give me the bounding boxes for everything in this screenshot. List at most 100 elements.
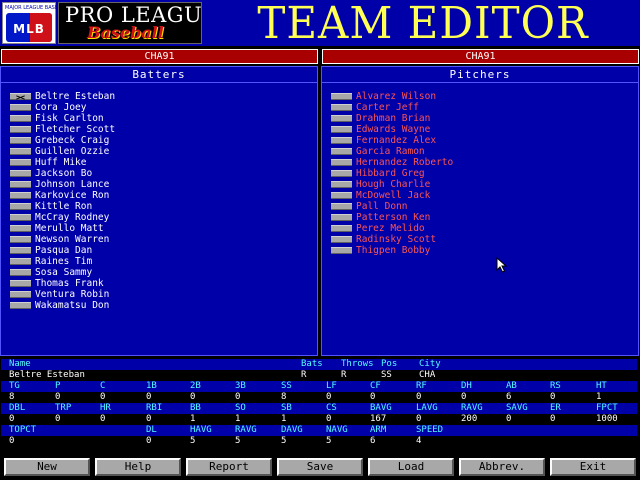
pitcher-row[interactable]: Fernandez Alex [331,135,631,146]
batter-row[interactable]: Guillen Ozzie [10,146,310,157]
stat-value[interactable]: 5 [190,436,195,447]
stat-value[interactable]: 5 [326,436,331,447]
pitcher-checkbox[interactable] [331,148,352,155]
pitcher-checkbox[interactable] [331,181,352,188]
pitcher-row[interactable]: Pall Donn [331,201,631,212]
pitcher-row[interactable]: Carter Jeff [331,102,631,113]
pitcher-row[interactable]: Patterson Ken [331,212,631,223]
batter-row[interactable]: Huff Mike [10,157,310,168]
pitcher-row[interactable]: Hernandez Roberto [331,157,631,168]
stat-value[interactable]: 200 [461,414,477,425]
stat-value[interactable]: 0 [55,414,60,425]
stat-value[interactable]: 4 [416,436,421,447]
batter-row[interactable]: Raines Tim [10,256,310,267]
pitcher-checkbox[interactable] [331,192,352,199]
new-button[interactable]: New [4,458,90,476]
exit-button[interactable]: Exit [550,458,636,476]
abbrev-button[interactable]: Abbrev. [459,458,545,476]
stat-value[interactable]: R [301,370,306,381]
pitcher-checkbox[interactable] [331,104,352,111]
load-button[interactable]: Load [368,458,454,476]
pitcher-row[interactable]: Edwards Wayne [331,124,631,135]
stat-value[interactable]: 0 [146,436,151,447]
batter-checkbox[interactable] [10,181,31,188]
batter-row[interactable]: Cora Joey [10,102,310,113]
stat-value[interactable]: 0 [9,414,14,425]
batter-row[interactable]: Newson Warren [10,234,310,245]
stat-value[interactable]: 0 [9,436,14,447]
batter-checkbox[interactable] [10,302,31,309]
stat-value[interactable]: 167 [370,414,386,425]
stat-value[interactable]: 0 [326,414,331,425]
batter-checkbox[interactable] [10,269,31,276]
pitcher-checkbox[interactable] [331,247,352,254]
pitcher-row[interactable]: Perez Melido [331,223,631,234]
report-button[interactable]: Report [186,458,272,476]
pitcher-checkbox[interactable] [331,93,352,100]
stat-value[interactable]: 1 [281,414,286,425]
pitcher-row[interactable]: McDowell Jack [331,190,631,201]
stat-value[interactable]: CHA [419,370,435,381]
pitcher-row[interactable]: Hough Charlie [331,179,631,190]
stat-value[interactable]: 6 [506,392,511,403]
stat-value[interactable]: 1 [596,392,601,403]
batter-checkbox[interactable] [10,115,31,122]
stat-value[interactable]: 0 [146,414,151,425]
batter-row[interactable]: Johnson Lance [10,179,310,190]
stat-value[interactable]: 0 [506,414,511,425]
stat-value[interactable]: 0 [326,392,331,403]
stat-value[interactable]: Beltre Esteban [9,370,85,381]
batter-checkbox[interactable] [10,291,31,298]
stat-value[interactable]: 8 [9,392,14,403]
stat-value[interactable]: 0 [550,414,555,425]
pitcher-row[interactable]: Garcia Ramon [331,146,631,157]
pitcher-checkbox[interactable] [331,159,352,166]
stat-value[interactable]: 0 [100,392,105,403]
batter-row[interactable]: Beltre Esteban [10,91,310,102]
batter-checkbox[interactable] [10,93,31,100]
stat-value[interactable]: R [341,370,346,381]
stat-value[interactable]: 0 [146,392,151,403]
batter-row[interactable]: Merullo Matt [10,223,310,234]
batter-checkbox[interactable] [10,104,31,111]
pitcher-checkbox[interactable] [331,126,352,133]
batter-row[interactable]: McCray Rodney [10,212,310,223]
stat-value[interactable]: 6 [370,436,375,447]
team-selector-pitchers[interactable]: CHA91 [322,49,639,64]
batter-checkbox[interactable] [10,126,31,133]
batter-row[interactable]: Thomas Frank [10,278,310,289]
batter-row[interactable]: Grebeck Craig [10,135,310,146]
pitcher-checkbox[interactable] [331,203,352,210]
stat-value[interactable]: 8 [281,392,286,403]
pitcher-checkbox[interactable] [331,236,352,243]
batter-row[interactable]: Pasqua Dan [10,245,310,256]
batter-row[interactable]: Fletcher Scott [10,124,310,135]
batter-checkbox[interactable] [10,280,31,287]
stat-value[interactable]: 0 [190,392,195,403]
batter-checkbox[interactable] [10,236,31,243]
batter-checkbox[interactable] [10,148,31,155]
stat-value[interactable]: 5 [281,436,286,447]
batter-checkbox[interactable] [10,159,31,166]
batter-row[interactable]: Jackson Bo [10,168,310,179]
batter-row[interactable]: Kittle Ron [10,201,310,212]
stat-value[interactable]: 0 [416,414,421,425]
stat-value[interactable]: 0 [461,392,466,403]
batter-row[interactable]: Ventura Robin [10,289,310,300]
batter-checkbox[interactable] [10,137,31,144]
batter-row[interactable]: Karkovice Ron [10,190,310,201]
batter-checkbox[interactable] [10,225,31,232]
stat-value[interactable]: 1 [235,414,240,425]
stat-value[interactable]: 0 [55,392,60,403]
pitcher-checkbox[interactable] [331,214,352,221]
batter-checkbox[interactable] [10,258,31,265]
pitcher-row[interactable]: Radinsky Scott [331,234,631,245]
pitcher-row[interactable]: Alvarez Wilson [331,91,631,102]
pitcher-checkbox[interactable] [331,115,352,122]
pitcher-row[interactable]: Thigpen Bobby [331,245,631,256]
stat-value[interactable]: 1000 [596,414,618,425]
stat-value[interactable]: 0 [235,392,240,403]
help-button[interactable]: Help [95,458,181,476]
batter-checkbox[interactable] [10,214,31,221]
pitcher-row[interactable]: Hibbard Greg [331,168,631,179]
